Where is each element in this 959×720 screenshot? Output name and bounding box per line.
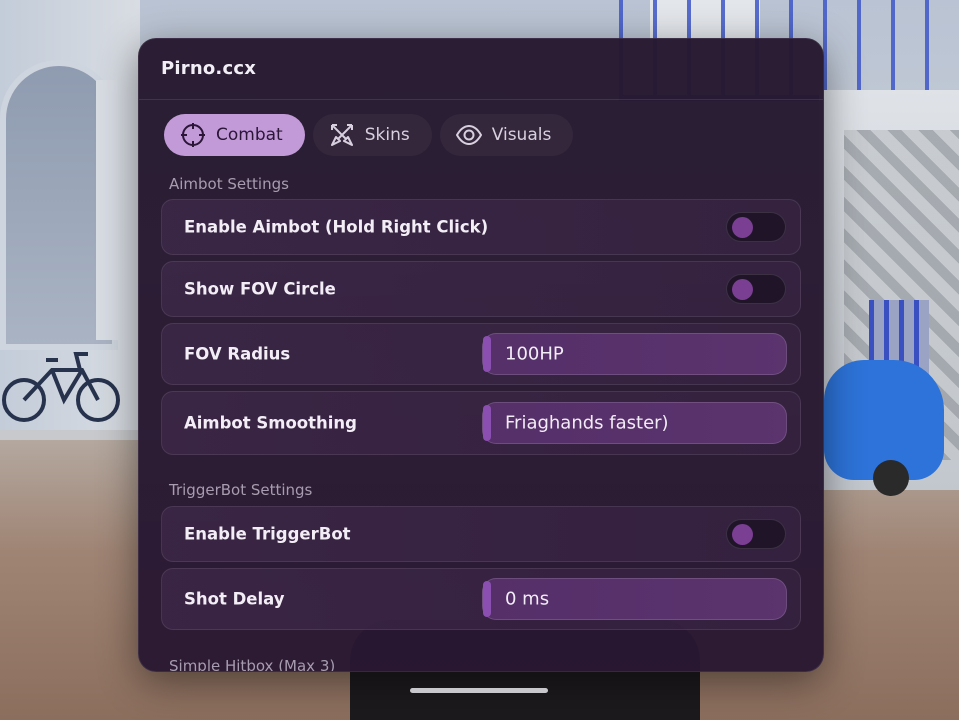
aimbot-smoothing-input[interactable]: Friaghands faster)	[482, 402, 787, 444]
home-indicator[interactable]	[410, 688, 548, 693]
panel-header: Pirno.ccx	[139, 39, 823, 100]
setting-row-enable-triggerbot: Enable TriggerBot	[161, 506, 801, 562]
bicycle-icon	[2, 352, 120, 422]
cheat-menu-panel: Pirno.ccx Combat Skins Visuals Aimbot Se…	[138, 38, 824, 672]
field-accent-bar	[483, 581, 491, 617]
tab-bar: Combat Skins Visuals	[164, 114, 574, 156]
section-label-hitbox: Simple Hitbox (Max 3)	[169, 657, 336, 672]
shot-delay-input[interactable]: 0 ms	[482, 578, 787, 620]
show-fov-toggle[interactable]	[726, 274, 786, 304]
field-accent-bar	[483, 336, 491, 372]
section-label-triggerbot: TriggerBot Settings	[169, 481, 313, 499]
setting-label: Show FOV Circle	[184, 279, 336, 299]
setting-row-aimbot-smoothing: Aimbot Smoothing Friaghands faster)	[161, 391, 801, 455]
setting-label: Shot Delay	[184, 589, 285, 609]
eye-icon	[455, 124, 482, 146]
crosshair-icon	[181, 123, 205, 147]
field-value: Friaghands faster)	[505, 412, 669, 434]
tab-label: Skins	[364, 125, 410, 145]
tab-visuals[interactable]: Visuals	[439, 114, 574, 156]
setting-row-shot-delay: Shot Delay 0 ms	[161, 568, 801, 630]
field-value: 0 ms	[505, 588, 550, 610]
setting-label: Enable TriggerBot	[184, 524, 351, 544]
tab-label: Combat	[216, 125, 283, 145]
field-accent-bar	[483, 405, 491, 441]
toggle-knob	[732, 524, 753, 545]
setting-label: Enable Aimbot (Hold Right Click)	[184, 217, 489, 237]
tab-combat[interactable]: Combat	[164, 114, 305, 156]
toggle-knob	[732, 279, 753, 300]
enable-triggerbot-toggle[interactable]	[726, 519, 786, 549]
toggle-knob	[732, 217, 753, 238]
crossed-swords-icon	[330, 124, 353, 146]
setting-row-enable-aimbot: Enable Aimbot (Hold Right Click)	[161, 199, 801, 255]
section-label-aimbot: Aimbot Settings	[169, 175, 289, 193]
enable-aimbot-toggle[interactable]	[726, 212, 786, 242]
setting-label: FOV Radius	[184, 344, 291, 364]
setting-label: Aimbot Smoothing	[184, 413, 357, 433]
fov-radius-input[interactable]: 100HP	[482, 333, 787, 375]
setting-row-fov-radius: FOV Radius 100HP	[161, 323, 801, 385]
tab-label: Visuals	[491, 125, 552, 145]
setting-row-show-fov: Show FOV Circle	[161, 261, 801, 317]
panel-title: Pirno.ccx	[161, 58, 257, 79]
pillar	[96, 80, 118, 340]
tab-skins[interactable]: Skins	[312, 114, 432, 156]
field-value: 100HP	[505, 343, 564, 365]
scooter-wheel	[873, 460, 909, 496]
